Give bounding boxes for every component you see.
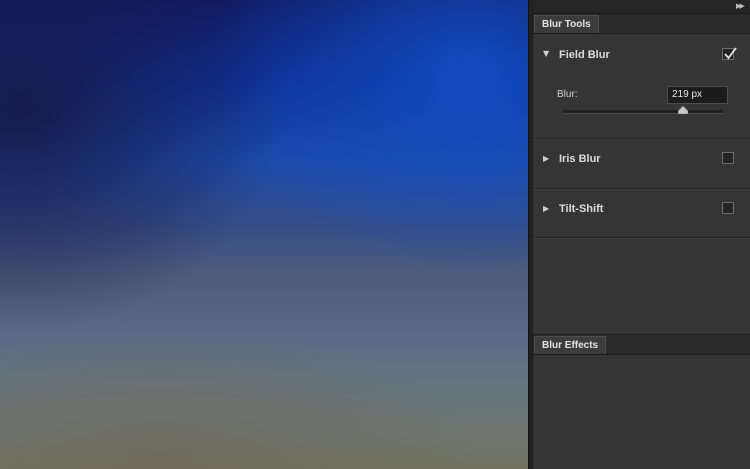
blur-panel: ▶▶ Blur Tools ▼ Field Blur Blur: 219 px [533, 0, 750, 469]
iris-blur-label: Iris Blur [559, 153, 601, 165]
tilt-shift-checkbox[interactable] [722, 202, 734, 214]
field-blur-label: Field Blur [559, 49, 610, 61]
tilt-shift-header[interactable]: ▶ Tilt-Shift [533, 202, 750, 224]
triangle-right-icon[interactable]: ▶ [543, 204, 549, 214]
panel-title-bar: ▶▶ [533, 0, 750, 14]
field-blur-checkbox[interactable] [722, 47, 737, 60]
blur-effects-body [533, 355, 750, 469]
section-iris-blur: ▶ Iris Blur [533, 139, 750, 189]
triangle-down-icon[interactable]: ▼ [543, 49, 549, 59]
blur-slider-track[interactable] [563, 110, 723, 114]
checkmark-icon [724, 47, 737, 60]
iris-blur-checkbox[interactable] [722, 152, 734, 164]
blur-amount-label: Blur: [557, 89, 578, 100]
iris-blur-header[interactable]: ▶ Iris Blur [533, 152, 750, 174]
field-blur-header[interactable]: ▼ Field Blur [533, 42, 750, 64]
blur-effects-tabbar: Blur Effects [533, 334, 750, 355]
section-tilt-shift: ▶ Tilt-Shift [533, 189, 750, 238]
tab-blur-tools[interactable]: Blur Tools [534, 15, 599, 33]
tab-blur-effects[interactable]: Blur Effects [534, 336, 607, 354]
blur-tools-tabbar: Blur Tools [533, 14, 750, 34]
blur-gallery-workspace: ▶▶ Blur Tools ▼ Field Blur Blur: 219 px [0, 0, 750, 469]
image-canvas[interactable] [0, 0, 530, 469]
tilt-shift-label: Tilt-Shift [559, 203, 604, 215]
blur-slider-thumb[interactable] [678, 106, 688, 114]
double-chevron-right-icon[interactable]: ▶▶ [736, 2, 746, 10]
triangle-right-icon[interactable]: ▶ [543, 154, 549, 164]
blur-amount-input[interactable]: 219 px [667, 86, 728, 104]
blur-tools-empty-area [533, 238, 750, 333]
